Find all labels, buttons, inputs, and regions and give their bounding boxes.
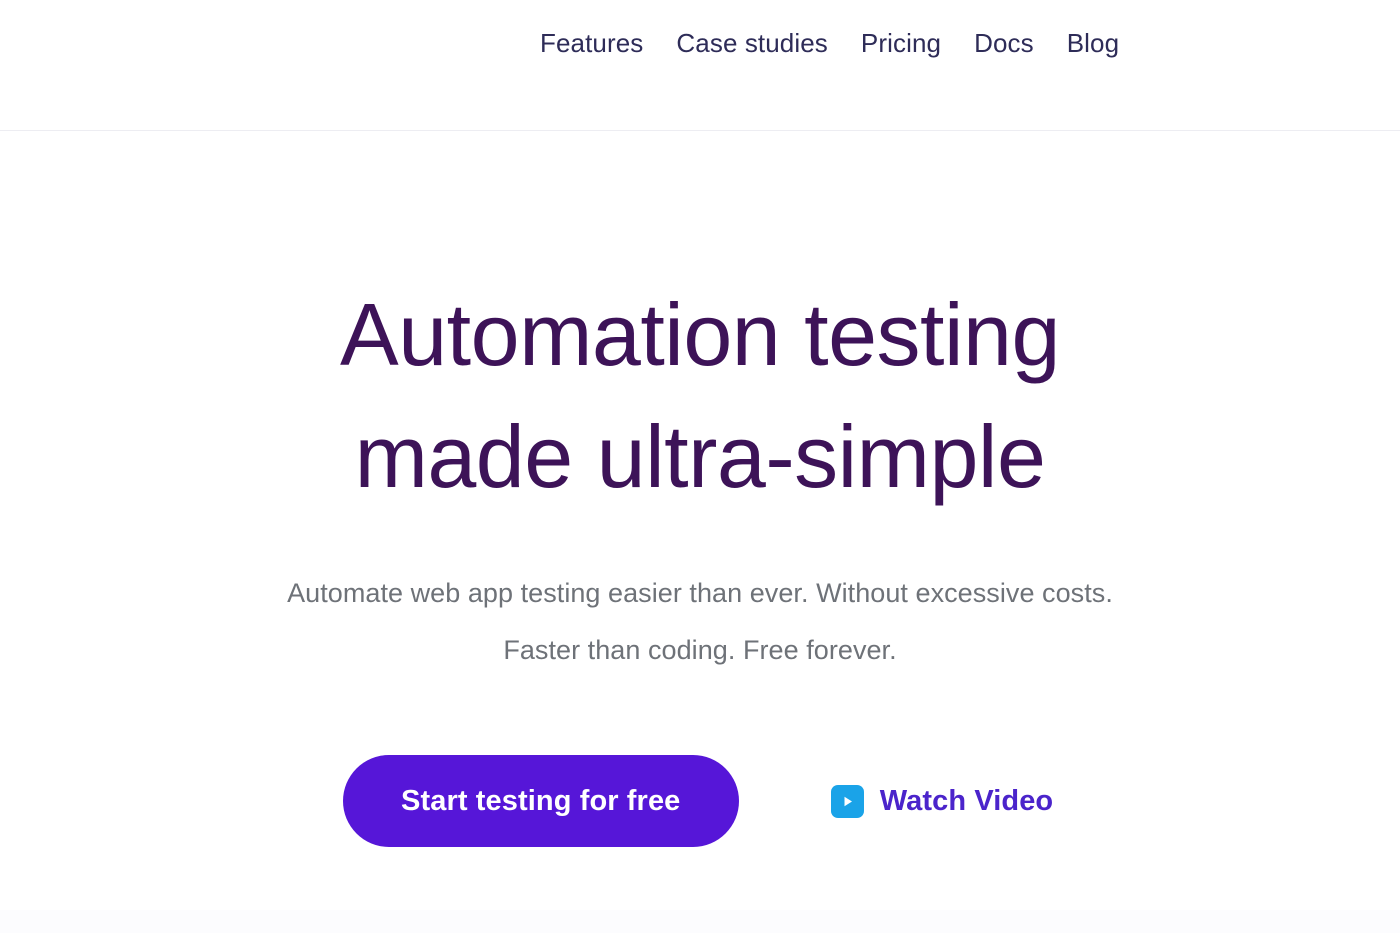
nav-item-pricing: Pricing xyxy=(861,28,974,59)
hero-title: Automation testing made ultra-simple xyxy=(0,274,1400,518)
nav-item-case-studies: Case studies xyxy=(676,28,861,59)
watch-video-link[interactable]: Watch Video xyxy=(830,784,1054,818)
nav-link-case-studies[interactable]: Case studies xyxy=(676,28,861,59)
nav-links-list: Features Case studies Pricing Docs Blog xyxy=(540,28,1152,59)
nav-item-docs: Docs xyxy=(974,28,1067,59)
nav-link-features[interactable]: Features xyxy=(540,28,676,59)
play-icon xyxy=(830,784,864,818)
hero-subtitle-line-2: Faster than coding. Free forever. xyxy=(503,635,897,665)
nav-link-pricing[interactable]: Pricing xyxy=(861,28,974,59)
hero-subtitle-line-1: Automate web app testing easier than eve… xyxy=(287,578,1113,608)
hero-section: Automation testing made ultra-simple Aut… xyxy=(0,131,1400,910)
nav-link-blog[interactable]: Blog xyxy=(1067,28,1152,59)
hero-subtitle: Automate web app testing easier than eve… xyxy=(0,565,1400,679)
hero-title-line-1: Automation testing xyxy=(340,285,1060,384)
landing-page: Features Case studies Pricing Docs Blog … xyxy=(0,0,1400,933)
nav-link-docs[interactable]: Docs xyxy=(974,28,1067,59)
hero-actions: Start testing for free Watch Video xyxy=(0,755,1400,847)
start-testing-for-free-button[interactable]: Start testing for free xyxy=(342,755,739,847)
top-navigation-bar: Features Case studies Pricing Docs Blog xyxy=(0,0,1400,131)
nav-item-blog: Blog xyxy=(1067,28,1152,59)
watch-video-label: Watch Video xyxy=(879,784,1054,817)
nav-item-features: Features xyxy=(540,28,676,59)
hero-title-line-2: made ultra-simple xyxy=(354,407,1046,506)
next-section-band xyxy=(0,910,1400,933)
